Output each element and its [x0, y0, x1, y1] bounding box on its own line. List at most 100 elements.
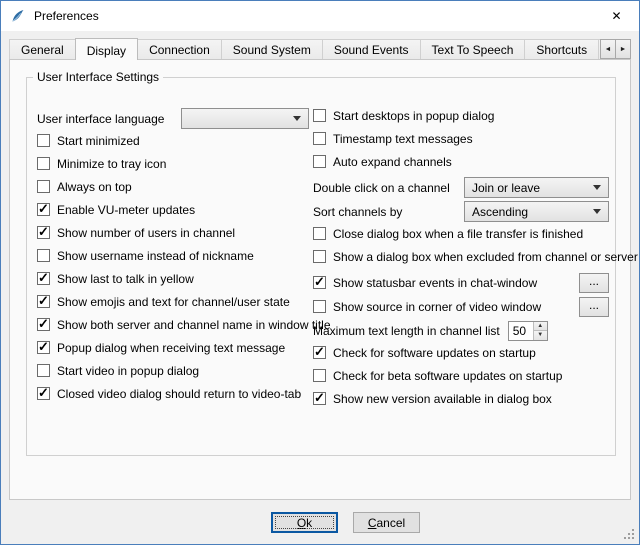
sort-channels-combobox[interactable]: Ascending	[464, 201, 609, 222]
spin-down-button[interactable]: ▼	[534, 331, 547, 340]
sort-channels-value: Ascending	[472, 205, 528, 219]
group-title: User Interface Settings	[33, 70, 163, 84]
checkbox-box-icon	[313, 346, 326, 359]
checkbox-label: Show number of users in channel	[57, 226, 235, 240]
checkbox-label: Close dialog box when a file transfer is…	[333, 227, 583, 241]
checkbox-show-last-to-talk[interactable]: Show last to talk in yellow	[37, 271, 309, 286]
double-click-combobox[interactable]: Join or leave	[464, 177, 609, 198]
checkbox-label: Show emojis and text for channel/user st…	[57, 295, 290, 309]
checkbox-popup-text-message[interactable]: Popup dialog when receiving text message	[37, 340, 309, 355]
chevron-down-icon	[593, 185, 601, 190]
checkbox-start-desktops-popup[interactable]: Start desktops in popup dialog	[313, 108, 609, 123]
checkbox-label: Show source in corner of video window	[333, 300, 541, 314]
tab-display[interactable]: Display	[75, 38, 138, 60]
checkbox-always-on-top[interactable]: Always on top	[37, 179, 309, 194]
checkbox-box-icon	[37, 387, 50, 400]
checkbox-show-new-version[interactable]: Show new version available in dialog box	[313, 391, 609, 406]
checkbox-label: Check for software updates on startup	[333, 346, 536, 360]
resize-grip-handle[interactable]	[623, 528, 636, 541]
checkbox-show-dialog-excluded[interactable]: Show a dialog box when excluded from cha…	[313, 249, 609, 264]
checkbox-label: Popup dialog when receiving text message	[57, 341, 285, 355]
tab-general[interactable]: General	[9, 39, 76, 59]
tab-bar: General Display Connection Sound System …	[9, 38, 631, 60]
arrow-right-icon: ►	[620, 46, 627, 53]
arrow-up-icon: ▲	[537, 323, 543, 329]
checkbox-label: Show both server and channel name in win…	[57, 318, 331, 332]
checkbox-show-statusbar-events[interactable]	[313, 276, 326, 289]
checkbox-box-icon	[37, 295, 50, 308]
checkbox-minimize-to-tray[interactable]: Minimize to tray icon	[37, 156, 309, 171]
checkbox-box-icon	[37, 364, 50, 377]
double-click-row: Double click on a channel Join or leave	[313, 177, 609, 198]
spin-up-button[interactable]: ▲	[534, 322, 547, 332]
checkbox-box-icon	[313, 369, 326, 382]
window-title: Preferences	[34, 9, 99, 23]
checkbox-show-emojis[interactable]: Show emojis and text for channel/user st…	[37, 294, 309, 309]
arrow-left-icon: ◄	[605, 46, 612, 53]
chevron-down-icon	[293, 116, 301, 121]
checkbox-show-video-source[interactable]	[313, 300, 326, 313]
checkbox-label: Show a dialog box when excluded from cha…	[333, 250, 638, 264]
checkbox-close-dialog-file-transfer[interactable]: Close dialog box when a file transfer is…	[313, 226, 609, 241]
checkbox-box-icon	[37, 157, 50, 170]
checkbox-box-icon	[37, 341, 50, 354]
cancel-button[interactable]: Cancel	[353, 512, 420, 533]
close-button[interactable]: ✕	[594, 1, 639, 31]
tab-sound-system[interactable]: Sound System	[221, 39, 323, 59]
checkbox-show-username[interactable]: Show username instead of nickname	[37, 248, 309, 263]
app-logo-icon	[10, 8, 26, 24]
titlebar: Preferences ✕	[1, 1, 639, 31]
tab-shortcuts[interactable]: Shortcuts	[524, 39, 599, 59]
checkbox-label: Check for beta software updates on start…	[333, 369, 562, 383]
checkbox-box-icon	[313, 227, 326, 240]
checkbox-box-icon	[313, 155, 326, 168]
checkbox-label: Start video in popup dialog	[57, 364, 199, 378]
ok-button[interactable]: Ok	[271, 512, 338, 533]
tab-text-to-speech[interactable]: Text To Speech	[420, 39, 526, 59]
double-click-value: Join or leave	[472, 181, 540, 195]
checkbox-auto-expand-channels[interactable]: Auto expand channels	[313, 154, 609, 169]
language-combobox[interactable]	[181, 108, 309, 129]
max-text-length-spinbox[interactable]: 50 ▲ ▼	[508, 321, 548, 341]
language-row: User interface language	[37, 108, 309, 129]
checkbox-start-video-popup[interactable]: Start video in popup dialog	[37, 363, 309, 378]
tab-scroll-left-button[interactable]: ◄	[600, 39, 616, 59]
checkbox-start-minimized[interactable]: Start minimized	[37, 133, 309, 148]
checkbox-label: Always on top	[57, 180, 132, 194]
statusbar-events-row: Show statusbar events in chat-window ...	[313, 272, 609, 293]
checkbox-check-updates[interactable]: Check for software updates on startup	[313, 345, 609, 360]
checkbox-label: Timestamp text messages	[333, 132, 473, 146]
checkbox-check-beta-updates[interactable]: Check for beta software updates on start…	[313, 368, 609, 383]
checkbox-box-icon	[313, 392, 326, 405]
video-source-options-button[interactable]: ...	[579, 297, 609, 317]
max-text-length-row: Maximum text length in channel list 50 ▲…	[313, 320, 609, 341]
checkbox-show-user-count[interactable]: Show number of users in channel	[37, 225, 309, 240]
checkbox-timestamp-messages[interactable]: Timestamp text messages	[313, 131, 609, 146]
statusbar-events-options-button[interactable]: ...	[579, 273, 609, 293]
checkbox-box-icon	[37, 272, 50, 285]
spin-buttons: ▲ ▼	[533, 322, 547, 340]
checkbox-label: Enable VU-meter updates	[57, 203, 195, 217]
checkbox-show-server-channel-title[interactable]: Show both server and channel name in win…	[37, 317, 309, 332]
checkbox-box-icon	[313, 132, 326, 145]
tab-scroll-right-button[interactable]: ►	[615, 39, 631, 59]
tab-page-display: User Interface Settings User interface l…	[9, 59, 631, 500]
tab-scroller: ◄ ►	[600, 39, 631, 59]
video-source-row: Show source in corner of video window ..…	[313, 296, 609, 317]
tab-sound-events[interactable]: Sound Events	[322, 39, 421, 59]
checkbox-box-icon	[37, 134, 50, 147]
checkbox-label: Minimize to tray icon	[57, 157, 166, 171]
checkbox-enable-vu-meter[interactable]: Enable VU-meter updates	[37, 202, 309, 217]
checkbox-label: Start desktops in popup dialog	[333, 109, 494, 123]
arrow-down-icon: ▼	[537, 332, 543, 338]
checkbox-label: Start minimized	[57, 134, 140, 148]
checkbox-closed-video-return[interactable]: Closed video dialog should return to vid…	[37, 386, 309, 401]
double-click-label: Double click on a channel	[313, 181, 450, 195]
language-label: User interface language	[37, 112, 164, 126]
checkbox-box-icon	[37, 226, 50, 239]
checkbox-box-icon	[313, 109, 326, 122]
checkbox-label: Show username instead of nickname	[57, 249, 254, 263]
tab-connection[interactable]: Connection	[137, 39, 222, 59]
checkbox-label: Show statusbar events in chat-window	[333, 276, 537, 290]
user-interface-settings-group: User Interface Settings User interface l…	[26, 70, 616, 456]
